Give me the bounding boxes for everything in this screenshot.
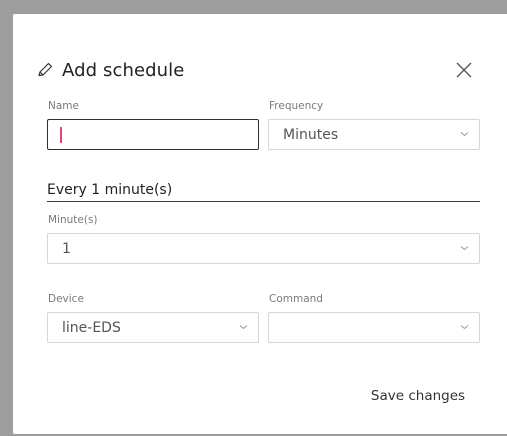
name-label: Name	[48, 100, 79, 112]
page: Add schedule Name Frequency Minutes Ever…	[0, 0, 507, 436]
text-caret	[60, 127, 62, 143]
minutes-select[interactable]: 1	[47, 233, 480, 264]
close-icon[interactable]	[452, 58, 476, 82]
chevron-down-icon	[460, 325, 469, 330]
dialog-title: Add schedule	[62, 60, 185, 81]
dialog-header: Add schedule	[36, 58, 476, 84]
command-label: Command	[269, 293, 323, 305]
frequency-value: Minutes	[283, 127, 339, 143]
chevron-down-icon	[460, 132, 469, 137]
device-label: Device	[48, 293, 84, 305]
schedule-summary: Every 1 minute(s)	[47, 182, 480, 202]
command-select[interactable]	[268, 312, 480, 343]
save-changes-button[interactable]: Save changes	[370, 384, 466, 408]
frequency-label: Frequency	[269, 100, 324, 112]
pencil-icon	[36, 61, 54, 79]
chevron-down-icon	[239, 325, 248, 330]
chevron-down-icon	[460, 246, 469, 251]
minutes-value: 1	[62, 241, 71, 257]
frequency-select[interactable]: Minutes	[268, 119, 480, 150]
device-value: line-EDS	[62, 320, 121, 336]
device-select[interactable]: line-EDS	[47, 312, 259, 343]
minutes-label: Minute(s)	[48, 214, 98, 226]
name-input[interactable]	[47, 119, 259, 150]
